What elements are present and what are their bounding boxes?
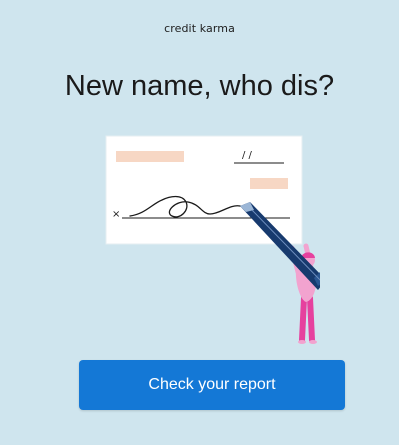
payee-highlight: [116, 151, 184, 162]
promo-card: credit karma New name, who dis? / / × Ch…: [0, 0, 399, 445]
credit-karma-logo: credit karma: [164, 22, 235, 35]
headline: New name, who dis?: [64, 70, 335, 102]
amount-highlight: [250, 178, 288, 189]
date-marks: / /: [242, 150, 253, 161]
check-your-report-button[interactable]: Check your report: [79, 360, 345, 410]
x-mark: ×: [112, 209, 120, 220]
check-signature-illustration: / / ×: [105, 135, 320, 344]
